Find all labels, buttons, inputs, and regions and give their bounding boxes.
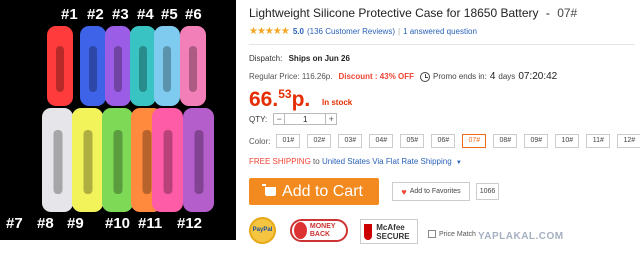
current-price: 66.53р. — [249, 87, 310, 112]
battery-case-bottom-12 — [183, 108, 214, 212]
regular-price: Regular Price: 116.26р. — [249, 72, 333, 81]
watermark: YAPLAKAL.COM — [478, 231, 564, 242]
battery-case-bottom-11 — [152, 108, 183, 212]
price-main: 66. — [249, 88, 279, 111]
add-to-favorites-button[interactable]: ♥ Add to Favorites — [392, 182, 470, 201]
color-option-07[interactable]: 07# — [462, 134, 487, 148]
qty-decrement-button[interactable]: − — [273, 113, 286, 125]
battery-case-top-5 — [154, 26, 180, 106]
case-number-label: #9 — [67, 215, 84, 232]
battery-case-top-2 — [80, 26, 106, 106]
price-currency: р. — [291, 88, 311, 111]
case-number-label: #1 — [61, 6, 78, 23]
battery-case-top-1 — [47, 26, 73, 106]
color-option-09[interactable]: 09# — [524, 134, 549, 148]
add-to-cart-button[interactable]: Add to Cart — [249, 178, 379, 205]
battery-case-bottom-8 — [72, 108, 103, 212]
stock-status: In stock — [322, 98, 353, 107]
case-number-label: #4 — [137, 6, 154, 23]
case-number-label: #10 — [105, 215, 131, 232]
mcafee-secure-badge: McAfee SECURE — [360, 219, 418, 244]
dispatch-label: Dispatch: — [249, 54, 283, 63]
heart-icon: ♥ — [401, 186, 407, 197]
case-number-label: #12 — [177, 215, 203, 232]
case-number-label: #11 — [138, 215, 163, 232]
color-label: Color: — [249, 136, 271, 146]
add-to-favorites-label: Add to Favorites — [409, 188, 461, 195]
shipping-info: FREE SHIPPING to United States Via Flat … — [249, 157, 462, 166]
paypal-logo: PayPal — [249, 217, 276, 244]
dispatch-value: Ships on Jun 26 — [288, 54, 350, 63]
rating-row: ★★★★★ 5.0 (136 Customer Reviews) | 1 ans… — [249, 26, 477, 37]
case-number-label: #2 — [87, 6, 104, 23]
case-number-label: #8 — [37, 215, 54, 232]
promo-countdown: 07:20:42 — [518, 71, 558, 82]
quantity-row: QTY: − + — [249, 113, 338, 125]
price-match-icon — [428, 230, 436, 238]
title-sep: - — [545, 6, 550, 20]
promo-label: Promo ends in: — [433, 72, 487, 81]
favorites-count: 1066 — [476, 183, 499, 200]
money-back-seal-icon — [294, 222, 307, 239]
shipping-to: to — [313, 157, 320, 166]
qty-input[interactable] — [285, 113, 326, 125]
money-back-badge: MONEY BACK — [290, 219, 348, 242]
battery-case-bottom-9 — [102, 108, 133, 212]
title-text: Lightweight Silicone Protective Case for… — [249, 6, 539, 20]
battery-case-bottom-7 — [42, 108, 73, 212]
color-option-04[interactable]: 04# — [369, 134, 394, 148]
promo-days-label: days — [498, 72, 516, 81]
price-match-label: Price Match — [439, 230, 476, 238]
color-option-01[interactable]: 01# — [276, 134, 301, 148]
promo-days: 4 — [489, 71, 496, 82]
color-option-10[interactable]: 10# — [555, 134, 580, 148]
rating-separator: | — [397, 27, 401, 36]
battery-case-top-4 — [130, 26, 156, 106]
title-sku: 07# — [557, 6, 578, 20]
free-shipping-label: FREE SHIPPING — [249, 157, 311, 166]
case-number-label: #5 — [161, 6, 178, 23]
color-option-06[interactable]: 06# — [431, 134, 456, 148]
shipping-destination-link[interactable]: United States Via Flat Rate Shipping — [322, 157, 452, 166]
reviews-link[interactable]: (136 Customer Reviews) — [307, 27, 395, 36]
add-to-cart-label: Add to Cart — [282, 182, 363, 200]
questions-link[interactable]: 1 answered question — [403, 27, 477, 36]
battery-case-top-6 — [180, 26, 206, 106]
money-back-text: MONEY BACK — [309, 222, 336, 238]
chevron-down-icon[interactable]: ▼ — [456, 160, 462, 166]
dispatch-info: Dispatch: Ships on Jun 26 — [249, 54, 350, 63]
qty-increment-button[interactable]: + — [325, 113, 338, 125]
price-cents: 53 — [278, 87, 292, 101]
color-option-02[interactable]: 02# — [307, 134, 332, 148]
star-rating-icon: ★★★★★ — [249, 26, 290, 37]
mcafee-shield-icon — [364, 223, 373, 240]
rating-value: 5.0 — [292, 27, 304, 36]
case-number-label: #3 — [112, 6, 129, 23]
discount-label: Discount : 43% OFF — [338, 72, 415, 81]
clock-icon — [420, 71, 431, 82]
color-option-05[interactable]: 05# — [400, 134, 425, 148]
color-option-12[interactable]: 12# — [617, 134, 640, 148]
color-option-08[interactable]: 08# — [493, 134, 518, 148]
price-match-link[interactable]: Price Match — [428, 230, 476, 238]
color-selector: Color: 01# 02# 03# 04# 05# 06# 07# 08# 09# 10# 11#… — [249, 134, 640, 148]
color-options: 01# 02# 03# 04# 05# 06# 07# 08# 09# 10# 11# 12# — [276, 134, 640, 148]
product-title: Lightweight Silicone Protective Case for… — [249, 6, 577, 20]
case-number-label: #7 — [6, 215, 23, 232]
battery-case-top-3 — [105, 26, 131, 106]
cart-icon — [262, 184, 277, 196]
mcafee-text: McAfee SECURE — [376, 222, 410, 241]
qty-label: QTY: — [249, 114, 268, 124]
color-option-11[interactable]: 11# — [586, 134, 611, 148]
divider — [249, 44, 635, 45]
case-number-label: #6 — [185, 6, 202, 23]
product-image[interactable]: #1 #2 #3 #4 #5 #6 #7 #8 #9 #10 #11 #12 — [0, 0, 236, 240]
color-option-03[interactable]: 03# — [338, 134, 363, 148]
price-info-row: Regular Price: 116.26р. Discount : 43% O… — [249, 71, 557, 82]
